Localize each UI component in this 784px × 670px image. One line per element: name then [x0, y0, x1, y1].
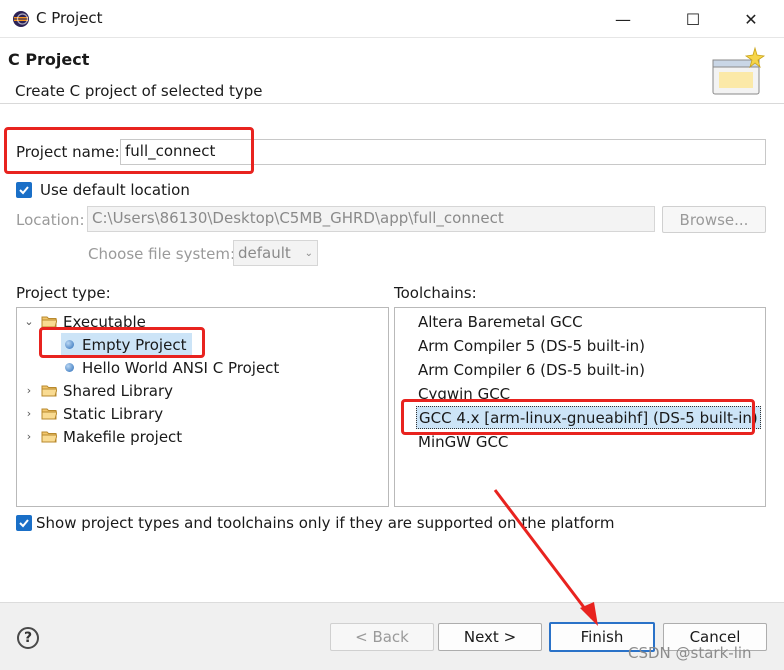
checkmark-icon: [19, 186, 29, 195]
annotation-box-project-name: [4, 127, 254, 174]
chevron-down-icon[interactable]: ⌄: [23, 315, 35, 328]
title-bar: [0, 0, 784, 38]
chevron-right-icon[interactable]: ›: [23, 407, 35, 420]
close-window-button[interactable]: ✕: [728, 0, 774, 38]
use-default-location-label: Use default location: [40, 181, 190, 199]
browse-button[interactable]: Browse...: [662, 206, 766, 233]
tree-item-static-library[interactable]: › Static Library: [23, 402, 163, 425]
back-button[interactable]: < Back: [330, 623, 434, 651]
folder-open-icon: [41, 408, 57, 420]
annotation-arrow: [493, 489, 598, 626]
toolchains-label: Toolchains:: [394, 284, 477, 302]
wizard-banner-icon: [712, 46, 766, 95]
toolchain-item[interactable]: Altera Baremetal GCC: [418, 310, 583, 333]
project-type-icon: [65, 363, 74, 372]
close-icon: ✕: [744, 9, 758, 29]
eclipse-icon: [13, 11, 29, 27]
project-type-label: Project type:: [16, 284, 111, 302]
tree-item-shared-library[interactable]: › Shared Library: [23, 379, 173, 402]
toolchain-item[interactable]: Arm Compiler 6 (DS-5 built-in): [418, 358, 645, 381]
watermark: CSDN @stark-lin: [628, 644, 752, 662]
tree-item-makefile-project[interactable]: › Makefile project: [23, 425, 182, 448]
banner-description: Create C project of selected type: [15, 82, 263, 100]
supported-only-checkbox[interactable]: [16, 515, 32, 531]
toolchain-item[interactable]: Arm Compiler 5 (DS-5 built-in): [418, 334, 645, 357]
checkmark-icon: [19, 519, 29, 528]
maximize-button[interactable]: ☐: [670, 0, 716, 38]
folder-open-icon: [41, 431, 57, 443]
window-title: C Project: [36, 9, 103, 27]
file-system-value: default: [238, 244, 291, 262]
chevron-right-icon[interactable]: ›: [23, 430, 35, 443]
annotation-box-empty-project: [39, 327, 205, 358]
chevron-right-icon[interactable]: ›: [23, 384, 35, 397]
location-label: Location:: [16, 211, 85, 229]
minimize-icon: —: [615, 9, 631, 29]
use-default-location-checkbox[interactable]: [16, 182, 32, 198]
folder-open-icon: [41, 385, 57, 397]
tree-item-hello-world[interactable]: Hello World ANSI C Project: [65, 356, 279, 379]
file-system-label: Choose file system:: [88, 245, 236, 263]
location-field[interactable]: C:\Users\86130\Desktop\C5MB_GHRD\app\ful…: [87, 206, 655, 232]
annotation-box-toolchain: [401, 399, 755, 435]
file-system-select[interactable]: default ⌄: [233, 240, 318, 266]
chevron-down-icon: ⌄: [304, 247, 313, 259]
banner-title: C Project: [8, 50, 90, 69]
help-icon[interactable]: ?: [17, 627, 39, 649]
minimize-button[interactable]: —: [600, 0, 646, 38]
maximize-icon: ☐: [685, 9, 701, 29]
